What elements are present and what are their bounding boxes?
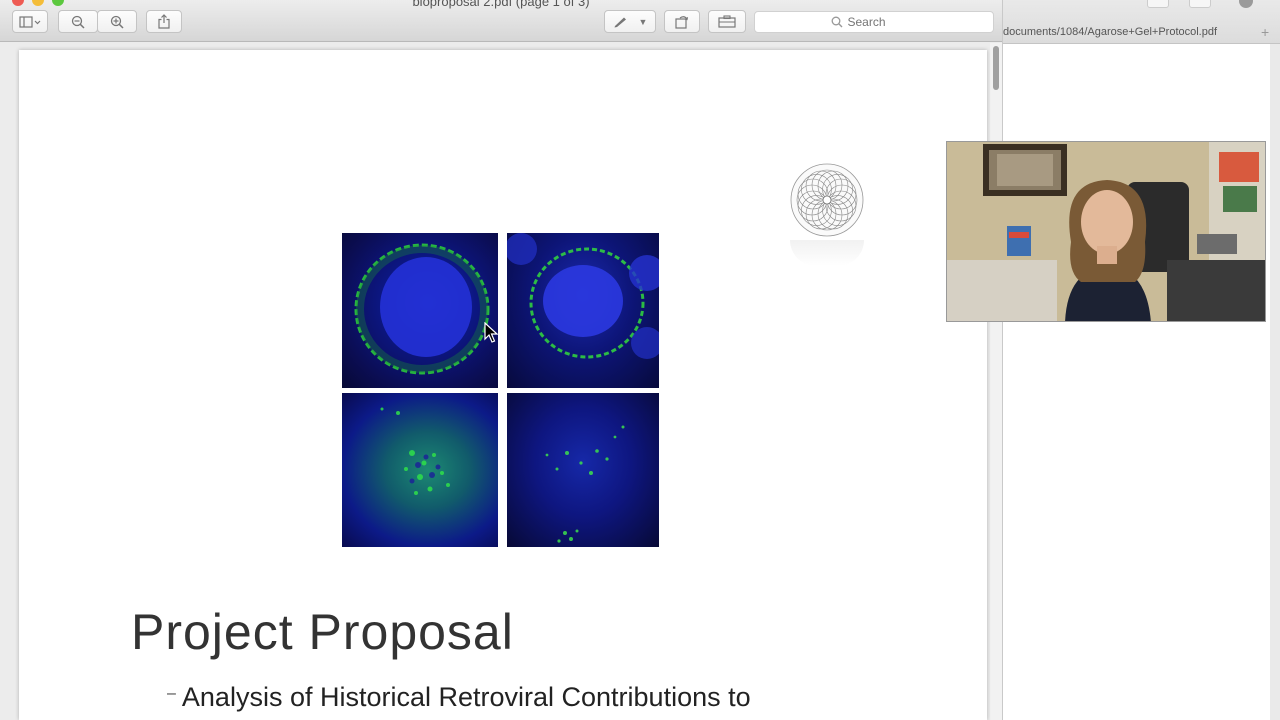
sidebar-icon <box>19 15 41 28</box>
toolbox-icon <box>718 15 736 28</box>
search-icon <box>831 16 842 28</box>
spirograph-logo <box>790 163 864 237</box>
subtitle-bullet: – <box>167 685 176 702</box>
new-tab-button[interactable]: + <box>1261 24 1269 40</box>
share-button[interactable] <box>146 10 182 33</box>
scrollbar-thumb[interactable] <box>993 46 999 90</box>
micrograph-image-2 <box>507 233 659 388</box>
micrograph-image-1 <box>342 233 498 388</box>
mouse-cursor-icon <box>484 322 498 343</box>
browser-scroll-track[interactable] <box>1270 44 1280 720</box>
subtitle-text: Analysis of Historical Retroviral Contri… <box>181 682 751 712</box>
browser-tab-url[interactable]: documents/1084/Agarose+Gel+Protocol.pdf <box>1003 26 1217 38</box>
rotate-button[interactable] <box>664 10 700 33</box>
browser-window: documents/1084/Agarose+Gel+Protocol.pdf … <box>1002 0 1280 720</box>
zoom-in-icon <box>110 15 124 29</box>
slide-title: Project Proposal <box>131 604 514 660</box>
title-bar: bioproposal 2.pdf (page 1 of 3) ▼ Search <box>0 0 1002 42</box>
preview-window: bioproposal 2.pdf (page 1 of 3) ▼ Search… <box>0 0 1002 720</box>
search-input[interactable] <box>847 15 918 29</box>
micrograph-image-4 <box>507 393 659 547</box>
window-title: bioproposal 2.pdf (page 1 of 3) <box>412 0 590 9</box>
download-icon[interactable] <box>1239 0 1253 8</box>
search-field[interactable] <box>754 11 994 33</box>
slide-subtitle: – Analysis of Historical Retroviral Contr… <box>167 682 751 713</box>
micrograph-image-3 <box>342 393 498 547</box>
pen-icon <box>614 17 626 27</box>
webcam-video <box>946 141 1266 322</box>
toolbox-button[interactable] <box>708 10 746 33</box>
zoom-out-icon <box>71 15 85 29</box>
browser-share-icon[interactable] <box>1147 0 1169 8</box>
share-icon <box>158 14 170 29</box>
zoom-out-button[interactable] <box>58 10 98 33</box>
sidebar-toggle-button[interactable] <box>12 10 48 33</box>
pdf-page: Project Proposal – Analysis of Historical… <box>19 50 987 720</box>
logo-reflection <box>790 240 864 266</box>
markup-chevron-down-icon: ▼ <box>638 16 648 27</box>
zoom-in-button[interactable] <box>97 10 137 33</box>
browser-tabs-icon[interactable] <box>1189 0 1211 8</box>
browser-toolbar: documents/1084/Agarose+Gel+Protocol.pdf … <box>1003 0 1280 44</box>
rotate-icon <box>675 15 689 29</box>
markup-button[interactable]: ▼ <box>604 10 656 33</box>
